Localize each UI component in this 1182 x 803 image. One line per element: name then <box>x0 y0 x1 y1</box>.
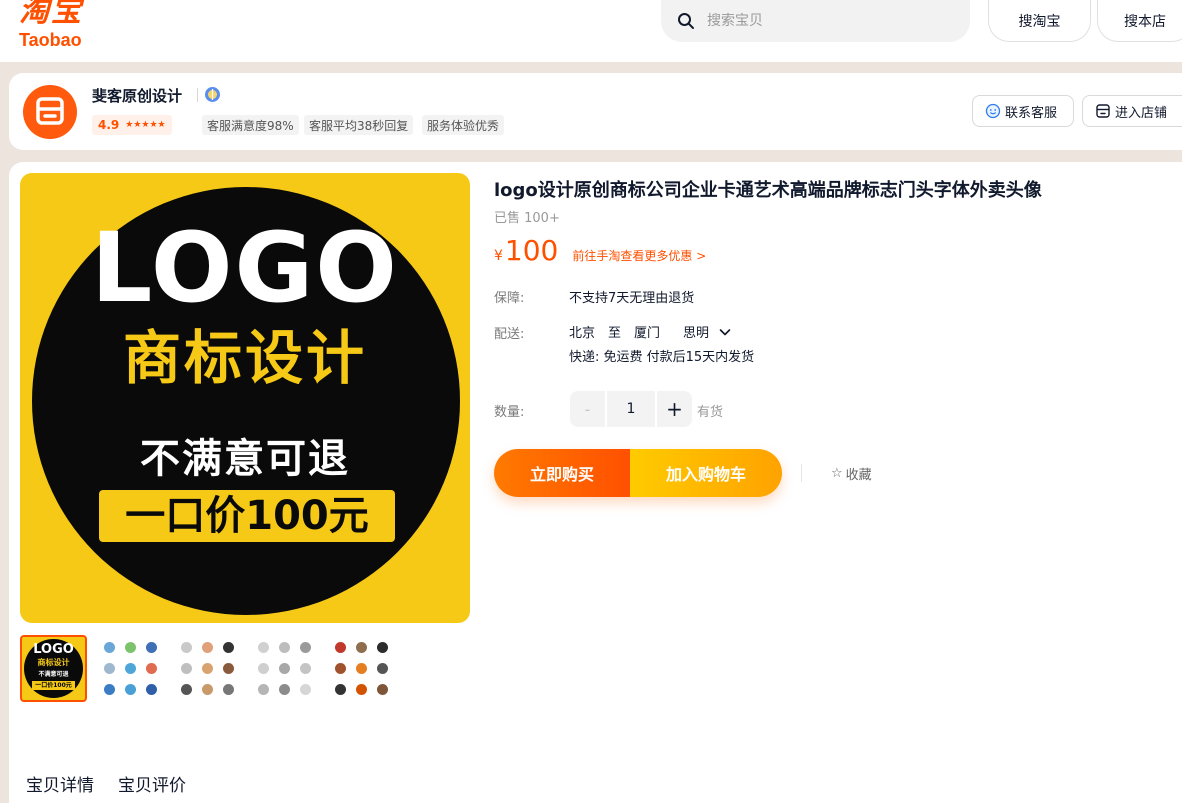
delivery-address-selector[interactable]: 北京 至 厦门 思明 <box>569 322 732 341</box>
detail-tabs: 宝贝详情 宝贝评价 <box>26 771 210 796</box>
thumbnail-promise: 不满意可退 <box>38 671 69 678</box>
search-bar <box>661 0 970 42</box>
delivery-city: 厦门 <box>634 326 661 341</box>
logo-text-en: Taobao <box>19 30 82 50</box>
thumbnail-2[interactable] <box>97 635 164 702</box>
logo-samples-grid <box>251 635 318 702</box>
star-outline-icon: ☆ <box>831 466 843 481</box>
shop-avatar[interactable] <box>23 85 77 139</box>
favorite-button[interactable]: ☆ 收藏 <box>831 464 872 483</box>
quantity-input[interactable] <box>607 391 655 427</box>
product-price: 100 <box>504 234 559 267</box>
quantity-label: 数量: <box>494 405 525 420</box>
logo-text-cn: 淘宝 <box>19 0 83 29</box>
service-tag-satisfaction: 客服满意度98% <box>202 115 299 135</box>
delivery-origin: 北京 <box>569 326 596 341</box>
shop-store-icon <box>36 97 64 125</box>
thumbnail-price-tag: 一口价100元 <box>32 681 75 690</box>
delivery-label: 配送: <box>494 327 525 342</box>
delivery-to-word: 至 <box>608 326 622 341</box>
tab-product-details[interactable]: 宝贝详情 <box>26 771 94 796</box>
divider <box>801 464 802 482</box>
main-product-image[interactable]: LOGO 商标设计 不满意可退 一口价100元 <box>20 173 470 623</box>
thumbnail-headline: LOGO <box>33 642 74 657</box>
thumbnail-1[interactable]: LOGO 商标设计 不满意可退 一口价100元 <box>20 635 87 702</box>
currency-symbol: ¥ <box>494 248 503 264</box>
chevron-down-icon[interactable] <box>718 325 732 339</box>
buy-now-button[interactable]: 立即购买 <box>494 449 630 497</box>
thumbnail-4[interactable] <box>251 635 318 702</box>
guarantee-label: 保障: <box>494 291 525 306</box>
delivery-district: 思明 <box>683 326 710 341</box>
contact-service-button[interactable]: 联系客服 <box>972 95 1074 127</box>
purchase-buttons: 立即购买 加入购物车 <box>494 449 782 497</box>
thumbnail-3[interactable] <box>174 635 241 702</box>
more-discounts-link[interactable]: 前往手淘查看更多优惠 > <box>572 247 706 264</box>
sold-count: 已售 100+ <box>494 211 560 226</box>
top-header: 淘宝 Taobao 搜淘宝 搜本店 <box>0 0 1182 62</box>
image-price-tag: 一口价100元 <box>99 490 395 542</box>
service-tag-response-time: 客服平均38秒回复 <box>304 115 414 135</box>
enter-shop-button[interactable]: 进入店铺 <box>1082 95 1182 127</box>
rating-score: 4.9 <box>98 118 120 132</box>
favorite-label: 收藏 <box>845 468 872 483</box>
quantity-decrease-button[interactable]: - <box>570 391 605 427</box>
product-card: LOGO 商标设计 不满意可退 一口价100元 LOGO 商标设计 不满意可退 … <box>9 162 1182 803</box>
enter-shop-label: 进入店铺 <box>1115 105 1168 121</box>
verified-badge-icon <box>205 87 220 102</box>
logo-samples-grid <box>97 635 164 702</box>
search-shop-button[interactable]: 搜本店 <box>1097 0 1182 42</box>
search-input[interactable] <box>707 8 947 34</box>
image-subline: 商标设计 <box>122 324 367 392</box>
tab-product-reviews[interactable]: 宝贝评价 <box>118 771 186 796</box>
shipping-info: 快递: 免运费 付款后15天内发货 <box>569 350 755 365</box>
customer-service-icon <box>985 103 1001 119</box>
guarantee-value: 不支持7天无理由退货 <box>569 291 695 306</box>
store-icon <box>1096 104 1110 118</box>
search-icon[interactable] <box>677 12 695 30</box>
price-row: ¥ 100 前往手淘查看更多优惠 > <box>494 234 706 267</box>
contact-service-label: 联系客服 <box>1005 105 1058 121</box>
thumbnail-5[interactable] <box>328 635 395 702</box>
taobao-logo[interactable]: 淘宝 Taobao <box>19 0 109 50</box>
stock-status: 有货 <box>697 405 724 420</box>
quantity-increase-button[interactable]: + <box>657 391 692 427</box>
divider <box>197 88 198 102</box>
thumbnail-strip: LOGO 商标设计 不满意可退 一口价100元 <box>20 635 405 702</box>
rating-stars-icon: ★★★★★ <box>125 120 166 130</box>
logo-samples-grid <box>328 635 395 702</box>
shop-rating: 4.9 ★★★★★ <box>92 115 172 135</box>
service-tag-experience: 服务体验优秀 <box>422 115 505 135</box>
product-title: logo设计原创商标公司企业卡通艺术高端品牌标志门头字体外卖头像 <box>494 180 1042 201</box>
shop-name[interactable]: 斐客原创设计 <box>92 85 182 106</box>
shop-card: 斐客原创设计 4.9 ★★★★★ 客服满意度98% 客服平均38秒回复 服务体验… <box>9 73 1182 150</box>
logo-samples-grid <box>174 635 241 702</box>
add-to-cart-button[interactable]: 加入购物车 <box>630 449 782 497</box>
thumbnail-subline: 商标设计 <box>37 658 70 667</box>
image-promise: 不满意可退 <box>140 436 350 482</box>
image-headline: LOGO <box>91 212 399 324</box>
search-taobao-button[interactable]: 搜淘宝 <box>988 0 1091 42</box>
